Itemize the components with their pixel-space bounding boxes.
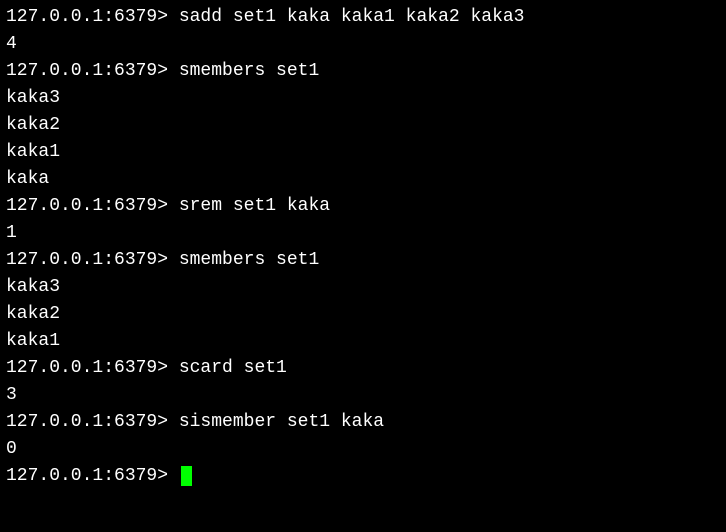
prompt: 127.0.0.1:6379> bbox=[6, 250, 179, 270]
output-text: kaka2 bbox=[6, 304, 60, 324]
terminal-line: 0 bbox=[6, 436, 720, 463]
terminal-line: 127.0.0.1:6379> smembers set1 bbox=[6, 247, 720, 274]
command-text: smembers set1 bbox=[179, 250, 319, 270]
output-text: 0 bbox=[6, 439, 17, 459]
terminal-output[interactable]: 127.0.0.1:6379> sadd set1 kaka kaka1 kak… bbox=[6, 4, 720, 490]
output-text: kaka3 bbox=[6, 277, 60, 297]
terminal-line: 127.0.0.1:6379> bbox=[6, 463, 720, 490]
terminal-line: kaka2 bbox=[6, 301, 720, 328]
terminal-line: 3 bbox=[6, 382, 720, 409]
output-text: 1 bbox=[6, 223, 17, 243]
command-text: smembers set1 bbox=[179, 61, 319, 81]
prompt: 127.0.0.1:6379> bbox=[6, 61, 179, 81]
command-text: sadd set1 kaka kaka1 kaka2 kaka3 bbox=[179, 7, 525, 27]
terminal-line: 127.0.0.1:6379> smembers set1 bbox=[6, 58, 720, 85]
output-text: kaka3 bbox=[6, 88, 60, 108]
terminal-line: 127.0.0.1:6379> scard set1 bbox=[6, 355, 720, 382]
terminal-line: kaka bbox=[6, 166, 720, 193]
output-text: kaka bbox=[6, 169, 49, 189]
terminal-line: 4 bbox=[6, 31, 720, 58]
prompt: 127.0.0.1:6379> bbox=[6, 7, 179, 27]
prompt: 127.0.0.1:6379> bbox=[6, 196, 179, 216]
command-text: sismember set1 kaka bbox=[179, 412, 384, 432]
prompt: 127.0.0.1:6379> bbox=[6, 412, 179, 432]
terminal-line: 127.0.0.1:6379> sadd set1 kaka kaka1 kak… bbox=[6, 4, 720, 31]
terminal-line: 127.0.0.1:6379> sismember set1 kaka bbox=[6, 409, 720, 436]
output-text: 3 bbox=[6, 385, 17, 405]
prompt: 127.0.0.1:6379> bbox=[6, 358, 179, 378]
output-text: 4 bbox=[6, 34, 17, 54]
output-text: kaka1 bbox=[6, 142, 60, 162]
terminal-line: kaka1 bbox=[6, 328, 720, 355]
cursor-block bbox=[181, 466, 192, 486]
terminal-line: kaka3 bbox=[6, 274, 720, 301]
command-text: scard set1 bbox=[179, 358, 287, 378]
prompt: 127.0.0.1:6379> bbox=[6, 466, 179, 486]
output-text: kaka2 bbox=[6, 115, 60, 135]
terminal-line: kaka1 bbox=[6, 139, 720, 166]
terminal-line: kaka2 bbox=[6, 112, 720, 139]
terminal-line: 1 bbox=[6, 220, 720, 247]
command-text: srem set1 kaka bbox=[179, 196, 330, 216]
terminal-line: kaka3 bbox=[6, 85, 720, 112]
output-text: kaka1 bbox=[6, 331, 60, 351]
terminal-line: 127.0.0.1:6379> srem set1 kaka bbox=[6, 193, 720, 220]
